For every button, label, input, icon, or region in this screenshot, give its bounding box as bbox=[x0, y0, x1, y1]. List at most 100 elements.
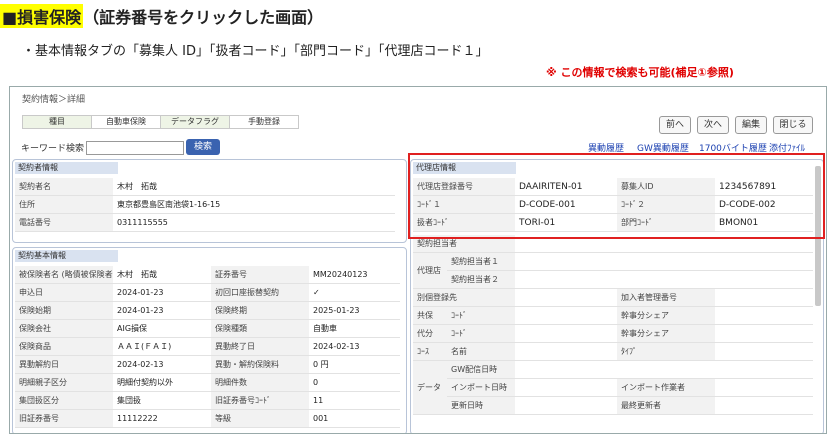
field-label: 幹事分シェア bbox=[617, 306, 715, 325]
tab-auto-insurance[interactable]: 自動車保険 bbox=[92, 116, 161, 128]
field-label: 証券番号 bbox=[211, 266, 309, 284]
field-value: 2024-02-13 bbox=[113, 355, 211, 374]
field-value: 木村 拓哉 bbox=[113, 178, 395, 196]
field-value: 明細付契約以外 bbox=[113, 373, 211, 392]
highlight-box bbox=[408, 153, 825, 239]
table-row: 集団扱区分 集団扱 旧証券番号ｺｰﾄﾞ 11 bbox=[15, 391, 400, 410]
field-value: 001 bbox=[309, 409, 400, 428]
field-value: 2024-01-23 bbox=[113, 283, 211, 302]
table-row: 被保険者名 (略債被保険者) 木村 拓哉 証券番号 MM20240123 bbox=[15, 266, 400, 284]
table-row: 契約担当者２ bbox=[413, 270, 813, 289]
table-row: 電話番号 0311115555 bbox=[15, 213, 395, 232]
table-row: データ GW配信日時 bbox=[413, 360, 813, 415]
next-button[interactable]: 次へ bbox=[697, 116, 729, 134]
table-row: 保険会社 AIG損保 保険種類 自動車 bbox=[15, 319, 400, 338]
field-value: AIG損保 bbox=[113, 319, 211, 338]
annotation-title: ■損害保険 （証券番号をクリックした画面） bbox=[0, 4, 324, 28]
field-label: データ bbox=[413, 360, 447, 415]
field-label: GW配信日時 bbox=[447, 360, 515, 379]
field-label: 共保 bbox=[413, 306, 447, 325]
field-label: 保険商品 bbox=[15, 337, 113, 356]
table-row: 共保 ｺｰﾄﾞ 幹事分シェア bbox=[413, 306, 813, 325]
field-value bbox=[515, 288, 617, 307]
policy-number-link[interactable]: MM20240123 bbox=[309, 266, 400, 284]
field-value: 2025-01-23 bbox=[309, 301, 400, 320]
field-value: 2024-01-23 bbox=[113, 301, 211, 320]
field-label: 更新日時 bbox=[447, 396, 515, 415]
field-value: 11 bbox=[309, 391, 400, 410]
table-row: 代分 ｺｰﾄﾞ 幹事分シェア bbox=[413, 324, 813, 343]
field-label: 幹事分シェア bbox=[617, 324, 715, 343]
field-label: インポート作業者 bbox=[617, 378, 715, 397]
title-highlight: ■損害保険 bbox=[0, 4, 84, 28]
field-value bbox=[715, 342, 813, 361]
contractor-panel: 契約者情報 契約者名 木村 拓哉 住所 東京都豊島区南池袋1-16-15 電話番号 0… bbox=[12, 159, 407, 243]
field-label: 申込日 bbox=[15, 283, 113, 302]
field-value: ＡＡＩ(ＦＡＩ) bbox=[113, 337, 211, 356]
table-row: 旧証券番号 11112222 等級 001 bbox=[15, 409, 400, 428]
search-button[interactable]: 検索 bbox=[186, 139, 220, 155]
table-row: 異動解約日 2024-02-13 異動・解約保険料 0 円 bbox=[15, 355, 400, 374]
table-row: 申込日 2024-01-23 初回口座振替契約 ✓ bbox=[15, 283, 400, 302]
field-value bbox=[515, 270, 813, 289]
contractor-table: 契約者名 木村 拓哉 住所 東京都豊島区南池袋1-16-15 電話番号 0311115… bbox=[15, 178, 395, 232]
edit-button[interactable]: 編集 bbox=[735, 116, 767, 134]
field-value: 0311115555 bbox=[113, 213, 395, 232]
breadcrumb: 契約情報＞詳細 bbox=[22, 95, 86, 105]
field-label: ｺｰﾄﾞ bbox=[447, 324, 515, 343]
field-label: 代分 bbox=[413, 324, 447, 343]
field-value bbox=[715, 306, 813, 325]
field-label: 旧証券番号 bbox=[15, 409, 113, 428]
field-label: 名前 bbox=[447, 342, 515, 361]
field-value bbox=[515, 396, 617, 415]
field-label: 代理店 bbox=[413, 252, 447, 289]
tab-manual-entry[interactable]: 手動登録 bbox=[230, 116, 298, 128]
checkmark-icon: ✓ bbox=[309, 283, 400, 302]
field-label: 旧証券番号ｺｰﾄﾞ bbox=[211, 391, 309, 410]
field-value bbox=[715, 324, 813, 343]
field-label: 異動終了日 bbox=[211, 337, 309, 356]
annotation-subtitle: ・基本情報タブの「募集人 ID」「扱者コード」「部門コード」「代理店コード１」 bbox=[22, 44, 489, 59]
field-label: 等級 bbox=[211, 409, 309, 428]
field-value bbox=[515, 324, 617, 343]
table-row: 更新日時 最終更新者 bbox=[413, 396, 813, 415]
field-value: 集団扱 bbox=[113, 391, 211, 410]
tab-data-flag[interactable]: データフラグ bbox=[161, 116, 230, 128]
field-value: 11112222 bbox=[113, 409, 211, 428]
keyword-search-label: キーワード検索 bbox=[21, 144, 85, 154]
basic-heading: 契約基本情報 bbox=[15, 250, 118, 262]
field-value: 東京都豊島区南池袋1-16-15 bbox=[113, 195, 395, 214]
field-value bbox=[515, 360, 813, 379]
field-label: 住所 bbox=[15, 195, 113, 214]
field-label: 電話番号 bbox=[15, 213, 113, 232]
field-label: インポート日時 bbox=[447, 378, 515, 397]
field-label: ｺｰｽ bbox=[413, 342, 447, 361]
field-label: ｺｰﾄﾞ bbox=[447, 306, 515, 325]
field-value bbox=[515, 342, 617, 361]
contractor-heading: 契約者情報 bbox=[15, 162, 118, 174]
field-label: 契約担当者２ bbox=[447, 270, 515, 289]
prev-button[interactable]: 前へ bbox=[659, 116, 691, 134]
field-value: 2024-02-13 bbox=[309, 337, 400, 356]
field-value bbox=[515, 306, 617, 325]
field-value bbox=[715, 378, 813, 397]
table-row: 明細親子区分 明細付契約以外 明細件数 0 bbox=[15, 373, 400, 392]
field-label: 被保険者名 (略債被保険者) bbox=[15, 266, 113, 284]
keyword-search-input[interactable] bbox=[86, 141, 184, 155]
field-value bbox=[715, 396, 813, 415]
tab-category[interactable]: 種目 bbox=[23, 116, 92, 128]
field-label: 保険終期 bbox=[211, 301, 309, 320]
annotation-note: ※ この情報で検索も可能(補足①参照) bbox=[546, 66, 734, 79]
field-value: 自動車 bbox=[309, 319, 400, 338]
tab-strip: 種目 自動車保険 データフラグ 手動登録 bbox=[22, 115, 299, 129]
field-label: 保険始期 bbox=[15, 301, 113, 320]
field-value bbox=[715, 288, 813, 307]
field-value: 木村 拓哉 bbox=[113, 266, 211, 284]
field-label: 明細親子区分 bbox=[15, 373, 113, 392]
field-label: ﾀｲﾌﾟ bbox=[617, 342, 715, 361]
title-rest: （証券番号をクリックした画面） bbox=[83, 8, 324, 27]
table-row: 保険商品 ＡＡＩ(ＦＡＩ) 異動終了日 2024-02-13 bbox=[15, 337, 400, 356]
field-label: 明細件数 bbox=[211, 373, 309, 392]
field-label: 異動・解約保険料 bbox=[211, 355, 309, 374]
close-button[interactable]: 閉じる bbox=[773, 116, 813, 134]
